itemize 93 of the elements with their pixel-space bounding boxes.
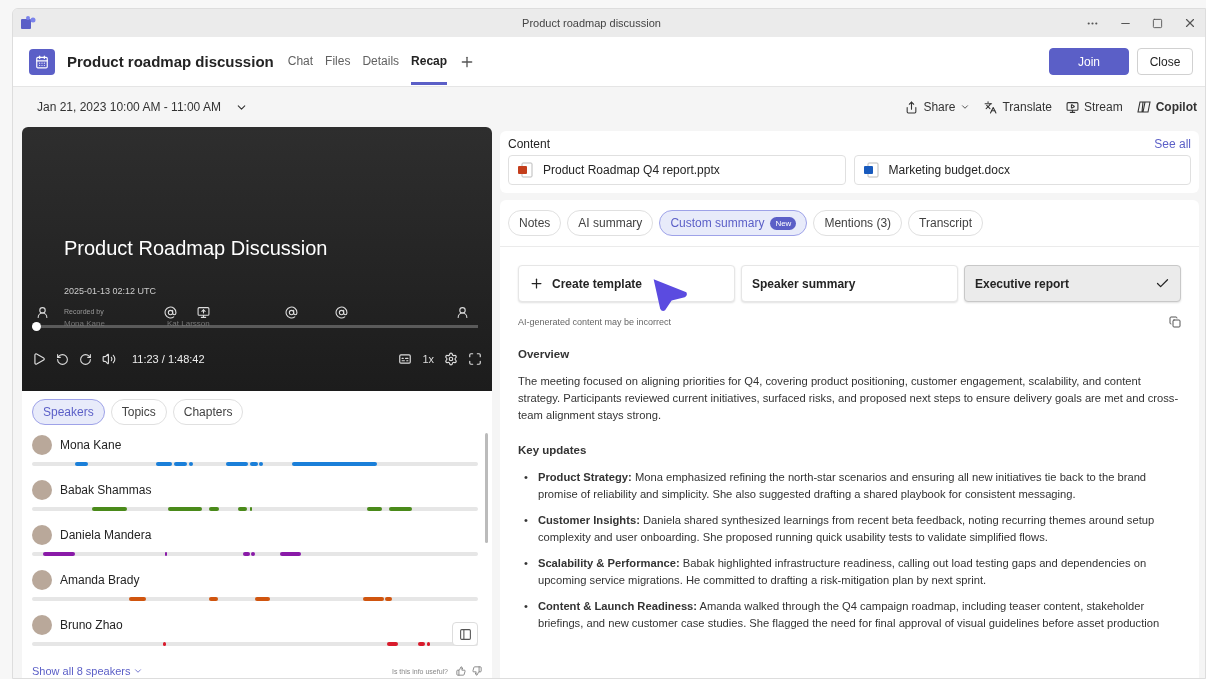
marker-name: Mona Kane — [64, 319, 105, 328]
avatar — [32, 570, 52, 590]
join-button[interactable]: Join — [1049, 48, 1129, 75]
person-icon — [456, 306, 469, 319]
volume-icon[interactable] — [102, 352, 116, 366]
copilot-icon — [1136, 100, 1151, 114]
show-all-link[interactable]: Show all 8 speakers — [32, 665, 144, 677]
header-tab[interactable]: Details — [362, 38, 400, 85]
summary-tab[interactable]: Mentions (3) — [813, 210, 903, 236]
thumbs-down-icon[interactable] — [472, 666, 482, 676]
section-heading: Key updates — [518, 443, 588, 458]
thumbs-up-icon[interactable] — [456, 666, 466, 676]
meeting-title: Product roadmap discussion — [67, 53, 274, 70]
summary-tab[interactable]: Custom summary New — [659, 210, 808, 236]
bullet-marker: • — [524, 513, 528, 528]
file-chip[interactable]: Marketing budget.docx — [853, 155, 1191, 185]
person-icon — [36, 306, 49, 319]
section-heading: Overview — [518, 347, 571, 362]
update-item: Product Strategy: Mona emphasized refining the north-star scenarios and ensuring all new initiatives tie back to the brand promise of reliability and simplicity. She also suggested drafting a shared playbook for consistent messaging. — [537, 470, 1148, 502]
speaker-name: Babak Shammas — [60, 483, 152, 497]
play-icon[interactable] — [32, 352, 46, 366]
speaker-name: Mona Kane — [60, 438, 122, 452]
update-item: Content & Launch Readiness: Amanda walked through the Q4 campaign roadmap, including teaser content, stakeholder briefings, and new customer case studies. She flagged the need for final approval of visual guidelines before asset production — [537, 599, 1161, 631]
playback-time: 11:23 / 1:48:42 — [132, 353, 205, 365]
summary-tab[interactable]: Transcript — [908, 210, 983, 236]
toolbar-button[interactable]: Stream — [1066, 100, 1123, 114]
video-title: Product Roadmap Discussion — [64, 237, 329, 260]
panel-tab[interactable]: Topics — [110, 399, 167, 425]
copy-icon — [1169, 316, 1181, 328]
bullet-marker: • — [524, 556, 528, 571]
avatar — [32, 480, 52, 500]
file-chip[interactable]: Product Roadmap Q4 report.pptx — [508, 155, 846, 185]
overview-paragraph: The meeting focused on aligning priorities for Q4, covering product positioning, customer engagement, scalability, and content strategy. Participants reviewed current initiatives, surfaced risks, and proposed next steps to ensure delivery goals are met and cross-team alignment stays strong. — [518, 374, 1180, 423]
header-tab[interactable]: Recap — [411, 38, 448, 85]
summary-tab[interactable]: Notes — [508, 210, 562, 236]
see-all-link[interactable]: See all — [1154, 137, 1191, 151]
translate-icon — [984, 100, 998, 114]
scrollbar[interactable] — [485, 433, 488, 543]
video-timestamp: 2025-01-13 02:12 UTC — [64, 286, 158, 296]
date-dropdown[interactable]: Jan 21, 2023 10:00 AM - 11:00 AM — [31, 99, 254, 115]
create-template-button[interactable]: Create template — [518, 265, 735, 302]
at-sign-icon — [164, 306, 177, 319]
update-item: Scalability & Performance: Babak highlighted infrastructure readiness, calling out load testing gaps and dependencies on upcoming service migrations. He committed to drafting a risk-mitigation plan by next sprint. — [537, 556, 1148, 588]
speaker-name: Daniela Mandera — [60, 528, 152, 542]
bullet-marker: • — [524, 599, 528, 614]
plus-icon — [529, 276, 544, 291]
close-icon[interactable] — [1183, 16, 1197, 30]
forward-icon[interactable] — [79, 352, 92, 366]
fullscreen-icon[interactable] — [468, 352, 482, 366]
header-tab[interactable]: Chat — [287, 38, 314, 85]
slides-file-icon — [517, 162, 533, 178]
speaker-name: Amanda Brady — [60, 573, 140, 587]
template-option[interactable]: Executive report — [964, 265, 1181, 302]
toolbar-button[interactable]: Copilot — [1136, 100, 1197, 114]
template-option[interactable]: Speaker summary — [741, 265, 958, 302]
close-button[interactable]: Close — [1137, 48, 1193, 75]
panel-icon — [458, 627, 472, 641]
marker-name: Kat Larsson — [167, 319, 210, 328]
rewind-icon[interactable] — [56, 352, 69, 366]
document-file-icon — [862, 162, 879, 178]
at-sign-icon — [285, 306, 298, 319]
toolbar-button[interactable]: Translate — [984, 100, 1052, 114]
app-logo-icon — [21, 16, 37, 30]
progress-thumb[interactable] — [32, 322, 42, 331]
toolbar-button[interactable]: Share — [905, 100, 971, 114]
bullet-marker: • — [524, 470, 528, 485]
screen-share-icon — [197, 306, 210, 319]
copy-button[interactable] — [1169, 316, 1181, 328]
header-tab[interactable]: Files — [325, 38, 351, 85]
settings-icon[interactable] — [444, 352, 458, 366]
panel-tab[interactable]: Chapters — [172, 399, 244, 425]
panel-tab[interactable]: Speakers — [32, 399, 105, 425]
avatar — [32, 525, 52, 545]
captions-icon[interactable] — [398, 352, 413, 366]
speed-button[interactable]: 1x — [422, 353, 434, 365]
chevron-down-icon — [960, 102, 971, 112]
chevron-down-icon — [133, 666, 144, 676]
speaker-name: Bruno Zhao — [60, 618, 123, 632]
stream-icon — [1066, 100, 1079, 114]
avatar — [32, 435, 52, 455]
window-title: Product roadmap discussion — [521, 17, 662, 29]
section-title: Content — [508, 137, 551, 151]
progress-track[interactable] — [32, 325, 478, 328]
summary-tab[interactable]: AI summary — [567, 210, 654, 236]
new-badge: New — [770, 216, 797, 230]
panel-toggle-button[interactable] — [452, 622, 478, 646]
at-sign-icon — [335, 306, 348, 319]
maximize-icon[interactable] — [1152, 17, 1163, 29]
disclaimer-text: AI-generated content may be incorrect — [518, 317, 672, 327]
calendar-icon — [29, 48, 55, 75]
avatar — [32, 615, 52, 635]
update-item: Customer Insights: Daniela shared synthesized learnings from recent beta feedback, noting recurring themes around setup complexity and user onboarding. She proposed running quick usability tests to validate simplified flows. — [537, 513, 1156, 545]
share-icon — [905, 100, 919, 114]
